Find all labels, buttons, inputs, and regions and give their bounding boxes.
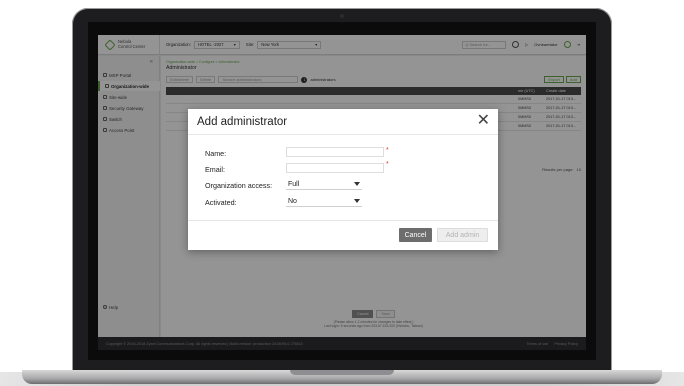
dialog-title: Add administrator bbox=[197, 116, 288, 128]
close-icon[interactable]: ✕ bbox=[477, 112, 490, 128]
camera-icon bbox=[340, 14, 344, 18]
chevron-down-icon bbox=[354, 182, 360, 186]
email-field[interactable] bbox=[286, 163, 384, 173]
name-label: Name: bbox=[205, 149, 227, 158]
required-marker: * bbox=[386, 147, 389, 154]
cancel-button[interactable]: Cancel bbox=[399, 228, 432, 242]
activated-select[interactable]: No bbox=[286, 196, 362, 207]
organization-access-label: Organization access: bbox=[205, 181, 273, 190]
required-marker: * bbox=[386, 161, 389, 168]
laptop-scene: Nebula Control Center Organization: HOTE… bbox=[0, 0, 684, 386]
divider bbox=[188, 134, 498, 135]
name-field[interactable] bbox=[286, 147, 384, 157]
laptop-notch bbox=[290, 370, 394, 375]
add-admin-button[interactable]: Add admin bbox=[437, 228, 488, 242]
add-administrator-dialog: Add administrator ✕ Name: * Email: * Org… bbox=[188, 109, 498, 250]
activated-label: Activated: bbox=[205, 198, 237, 207]
chevron-down-icon bbox=[354, 199, 360, 203]
email-label: Email: bbox=[205, 165, 225, 174]
divider bbox=[188, 220, 498, 221]
organization-access-select[interactable]: Full bbox=[286, 179, 362, 190]
